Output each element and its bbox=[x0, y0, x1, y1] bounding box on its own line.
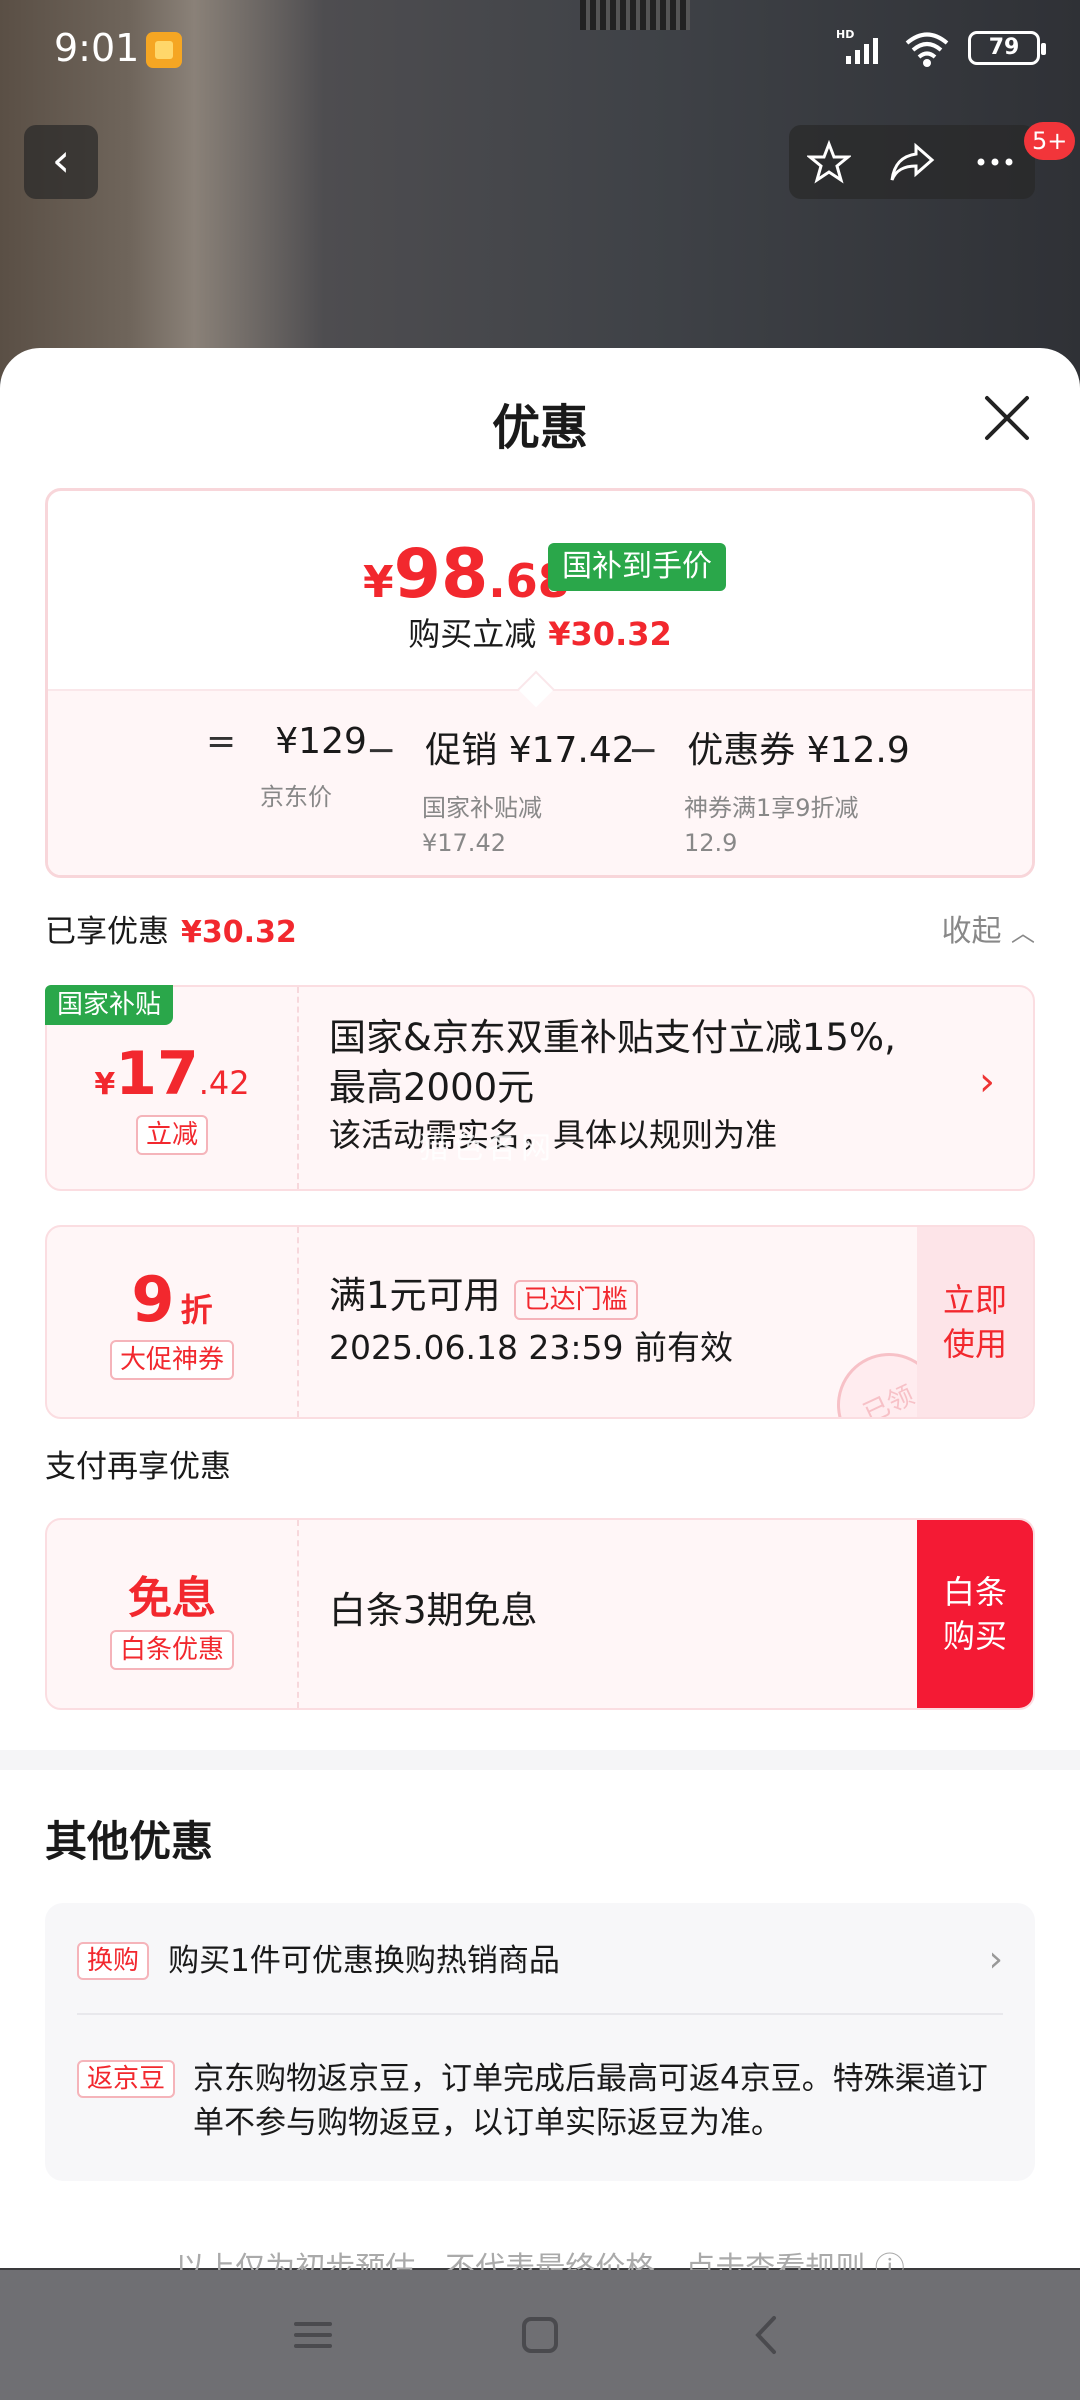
formula-operator: − bbox=[366, 730, 397, 771]
chevron-right-icon: › bbox=[988, 1939, 1003, 1980]
hd-label: HD bbox=[836, 28, 854, 41]
back-icon[interactable] bbox=[742, 2310, 792, 2360]
coupon-value: 9折 大促神券 bbox=[47, 1227, 299, 1417]
interest-free-title: 免息 bbox=[128, 1573, 216, 1624]
trade-in-row[interactable]: 换购 购买1件可优惠换购热销商品 › bbox=[77, 1939, 1003, 1983]
national-subsidy-coupon[interactable]: ¥17.42 立减 国家&京东双重补贴支付立减15%, 最高2000元 该活动需… bbox=[45, 985, 1035, 1191]
signal-icon: HD bbox=[836, 28, 878, 64]
top-action-group bbox=[789, 125, 1035, 199]
wifi-icon bbox=[905, 32, 949, 67]
coupon-line2: 最高2000元 bbox=[329, 1066, 535, 1109]
battery-indicator: 79 bbox=[968, 31, 1046, 65]
formula-coupon: − 优惠券 ¥12.9 神券满1享9折减 12.9 bbox=[628, 721, 910, 861]
row-divider bbox=[77, 2013, 1003, 2015]
price-formula: = ¥129 京东价 − 促销 ¥17.42 国家补贴减 ¥17.42 − 优惠… bbox=[48, 689, 1032, 875]
formula-note: 国家补贴减 ¥17.42 bbox=[422, 794, 542, 857]
formula-promotion: − 促销 ¥17.42 国家补贴减 ¥17.42 bbox=[366, 721, 635, 861]
chevron-right-icon: › bbox=[979, 1059, 995, 1105]
status-time: 9:01 bbox=[54, 26, 140, 70]
jingdou-tag: 返京豆 bbox=[77, 2060, 176, 2098]
baitiao-tag: 白条优惠 bbox=[109, 1630, 234, 1670]
subsidy-price-tag: 国补到手价 bbox=[548, 543, 726, 591]
jingdou-row: 返京豆 京东购物返京豆，订单完成后最高可返4京豆。特殊渠道订单不参与购物返豆，以… bbox=[77, 2057, 1003, 2145]
price-summary-top: ¥98.68 国补到手价 购买立减 ¥30.32 bbox=[48, 491, 1032, 689]
other-offers-title: 其他优惠 bbox=[45, 1817, 214, 1866]
discount-value: 9折 bbox=[47, 1263, 297, 1336]
price-summary-card: ¥98.68 国补到手价 购买立减 ¥30.32 = ¥129 京东价 − 促销 … bbox=[45, 488, 1035, 878]
formula-operator: − bbox=[628, 730, 659, 771]
formula-operator: = bbox=[206, 721, 237, 762]
notification-app-icon bbox=[146, 32, 182, 68]
watermark-text: 猎色各网 bbox=[419, 1131, 555, 1166]
formula-note: 神券满1享9折减 12.9 bbox=[684, 794, 859, 857]
sheet-title: 优惠 bbox=[491, 400, 588, 456]
discount-sheet: 优惠 ¥98.68 国补到手价 购买立减 ¥30.32 = ¥129 京东价 − … bbox=[0, 348, 1080, 2286]
section-divider bbox=[0, 1750, 1080, 1770]
trade-in-tag: 换购 bbox=[77, 1942, 150, 1980]
reduce-label: 购买立减 bbox=[408, 615, 537, 653]
discount-number: 9 bbox=[131, 1263, 175, 1336]
back-button[interactable]: ‹ bbox=[24, 125, 98, 199]
coupon-value: 免息 白条优惠 bbox=[47, 1520, 299, 1708]
formula-amount: ¥129 bbox=[275, 721, 367, 762]
share-icon[interactable] bbox=[888, 140, 936, 184]
promo-coupon-tag: 大促神券 bbox=[109, 1340, 234, 1380]
more-icon[interactable] bbox=[973, 140, 1017, 184]
baitiao-coupon[interactable]: 免息 白条优惠 白条3期免息 白条购买 bbox=[45, 1518, 1035, 1710]
chevron-up-icon: ︿ bbox=[1011, 919, 1035, 947]
enjoyed-label: 已享优惠 bbox=[45, 914, 169, 950]
reduce-amount: ¥30.32 bbox=[548, 615, 672, 653]
threshold-reached-badge: 已达门槛 bbox=[513, 1280, 638, 1320]
promo-coupon[interactable]: 9折 大促神券 满1元可用 已达门槛 2025.06.18 23:59 前有效 … bbox=[45, 1225, 1035, 1419]
use-now-label: 立即使用 bbox=[942, 1281, 1007, 1363]
formula-amount: 促销 ¥17.42 bbox=[425, 730, 635, 771]
collapse-button[interactable]: 收起 ︿ bbox=[941, 906, 1035, 950]
menu-icon[interactable] bbox=[288, 2310, 338, 2360]
price-currency: ¥ bbox=[363, 557, 394, 608]
status-bar: 9:01 HD 79 bbox=[0, 0, 1080, 100]
price-integer: 98 bbox=[393, 535, 489, 614]
use-now-button[interactable]: 立即使用 bbox=[917, 1227, 1033, 1417]
coupon-threshold: 满1元可用 bbox=[329, 1274, 501, 1317]
pay-more-discount-label: 支付再享优惠 bbox=[45, 1449, 231, 1485]
instant-reduce-tag: 立减 bbox=[135, 1115, 208, 1155]
status-icons: HD 79 bbox=[836, 28, 1046, 68]
baitiao-buy-button[interactable]: 白条购买 bbox=[917, 1520, 1033, 1708]
national-subsidy-corner-tag: 国家补贴 bbox=[45, 985, 174, 1025]
formula-note: 京东价 bbox=[260, 783, 332, 811]
message-count-badge: 5+ bbox=[1024, 122, 1076, 160]
jingdou-text: 京东购物返京豆，订单完成后最高可返4京豆。特殊渠道订单不参与购物返豆，以订单实际… bbox=[193, 2061, 988, 2141]
other-offers-card: 换购 购买1件可优惠换购热销商品 › 返京豆 京东购物返京豆，订单完成后最高可返… bbox=[45, 1903, 1035, 2181]
close-icon[interactable] bbox=[979, 390, 1035, 446]
system-navigation-bar bbox=[0, 2270, 1080, 2400]
enjoyed-amount: ¥30.32 bbox=[181, 915, 297, 950]
collapse-label: 收起 bbox=[941, 914, 1002, 949]
amount-integer: 17 bbox=[115, 1039, 199, 1109]
final-price: ¥98.68 bbox=[363, 535, 570, 614]
favorite-star-icon[interactable] bbox=[807, 140, 852, 184]
amount-currency: ¥ bbox=[94, 1067, 116, 1102]
discount-unit: 折 bbox=[180, 1291, 213, 1329]
enjoyed-discount-row: 已享优惠 ¥30.32 收起 ︿ bbox=[45, 906, 1035, 956]
formula-jd-price: = ¥129 京东价 bbox=[206, 721, 367, 815]
purchase-reduction: 购买立减 ¥30.32 bbox=[48, 609, 1032, 655]
subsidy-amount: ¥17.42 bbox=[47, 1039, 297, 1109]
amount-decimal: .42 bbox=[198, 1064, 250, 1102]
formula-amount: 优惠券 ¥12.9 bbox=[687, 730, 910, 771]
home-icon[interactable] bbox=[515, 2310, 565, 2360]
coupon-description: 国家&京东双重补贴支付立减15%, 最高2000元 该活动需实名，具体以规则为准… bbox=[329, 987, 1033, 1189]
trade-in-text: 购买1件可优惠换购热销商品 bbox=[168, 1943, 560, 1979]
baitiao-buy-label: 白条购买 bbox=[942, 1573, 1007, 1655]
coupon-line1: 国家&京东双重补贴支付立减15%, bbox=[329, 1016, 896, 1059]
